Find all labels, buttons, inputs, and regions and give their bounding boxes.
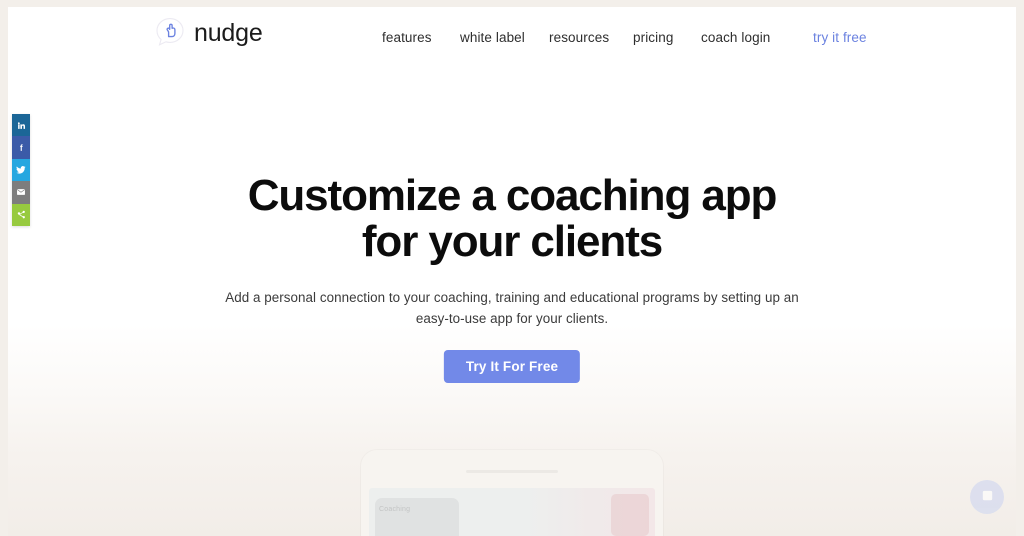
share-button-linkedin[interactable] bbox=[12, 114, 30, 137]
social-share-rail bbox=[12, 114, 30, 226]
try-it-for-free-button[interactable]: Try It For Free bbox=[443, 350, 581, 383]
email-icon bbox=[16, 187, 26, 197]
share-button-facebook[interactable] bbox=[12, 136, 30, 159]
landing-page: nudge features white label resources pri… bbox=[8, 7, 1016, 536]
site-header: nudge features white label resources pri… bbox=[8, 7, 1016, 69]
speech-bubble-pointing-hand-icon bbox=[153, 16, 187, 50]
device-screen-card-label: Coaching bbox=[379, 506, 411, 513]
hero-title-line-1: Customize a coaching app bbox=[247, 171, 778, 220]
nav-item-coach-login[interactable]: coach login bbox=[701, 30, 770, 45]
chat-widget-launcher-button[interactable] bbox=[970, 480, 1004, 514]
device-screen-card bbox=[375, 498, 459, 536]
device-mockup: Coaching bbox=[361, 450, 663, 536]
chat-bubble-icon bbox=[980, 488, 995, 506]
facebook-icon bbox=[17, 143, 26, 152]
brand-wordmark: nudge bbox=[194, 18, 263, 47]
share-button-email[interactable] bbox=[12, 181, 30, 204]
share-button-more[interactable] bbox=[12, 203, 30, 226]
share-icon bbox=[17, 210, 26, 219]
nav-item-try-it-free[interactable]: try it free bbox=[813, 30, 867, 45]
linkedin-icon bbox=[17, 121, 26, 130]
nav-item-white-label[interactable]: white label bbox=[460, 30, 525, 45]
device-screen: Coaching bbox=[369, 488, 655, 536]
device-speaker-grille bbox=[466, 470, 558, 473]
brand-logo-link[interactable]: nudge bbox=[153, 16, 263, 50]
browser-page-frame: nudge features white label resources pri… bbox=[0, 0, 1024, 536]
hero-subtitle: Add a personal connection to your coachi… bbox=[225, 290, 799, 326]
page-title: Customize a coaching app for your client… bbox=[8, 173, 1016, 265]
twitter-icon bbox=[16, 165, 26, 175]
nav-item-pricing[interactable]: pricing bbox=[633, 30, 673, 45]
nav-item-resources[interactable]: resources bbox=[549, 30, 609, 45]
share-button-twitter[interactable] bbox=[12, 158, 30, 182]
hero-title-line-2: for your clients bbox=[361, 217, 663, 266]
device-screen-accent-swatch bbox=[611, 494, 649, 536]
nav-item-features[interactable]: features bbox=[382, 30, 432, 45]
